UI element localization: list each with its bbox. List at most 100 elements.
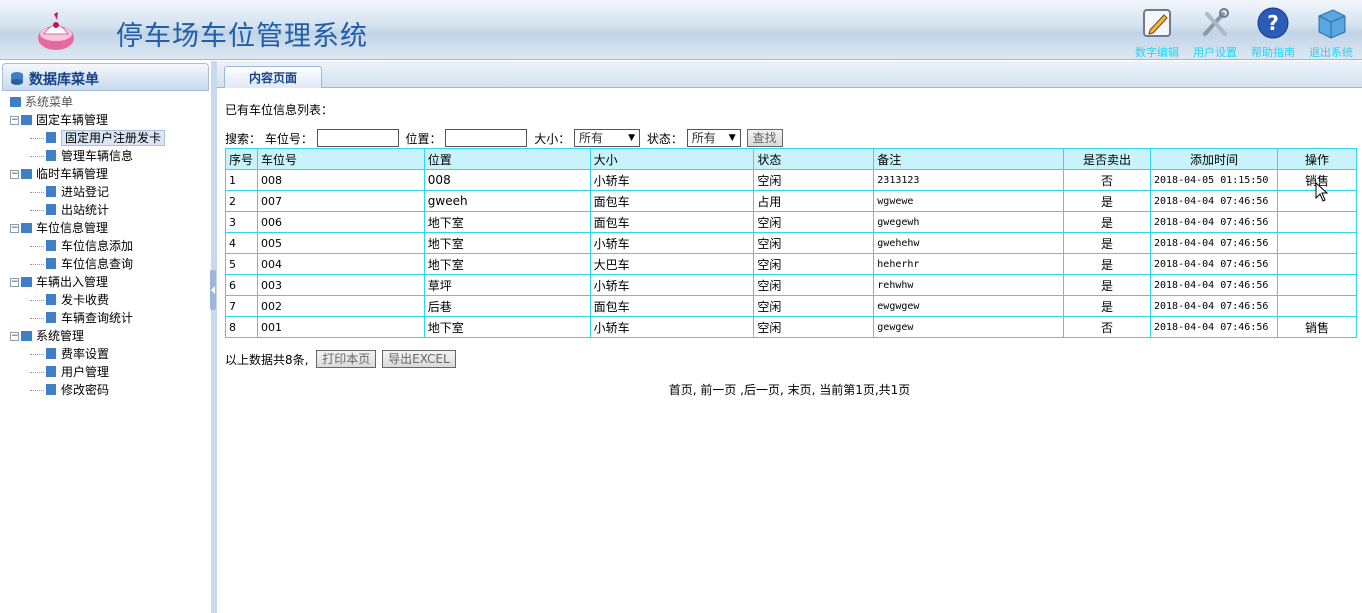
collapse-icon[interactable]: − [10, 224, 19, 233]
cell-index: 5 [225, 253, 258, 275]
tree-item-label: 管理车辆信息 [61, 149, 134, 163]
cell-sold: 是 [1063, 211, 1151, 233]
tree-item-rate-settings[interactable]: 费率设置 [30, 345, 109, 363]
search-prefix: 搜索： [225, 131, 262, 146]
cell-sold: 是 [1063, 253, 1151, 275]
help-tool-button[interactable]: ? 帮助指南 [1246, 6, 1300, 59]
tree-root[interactable]: 系统菜单 [10, 93, 73, 111]
cell-status: 空闲 [753, 274, 875, 296]
location-input[interactable] [445, 129, 528, 147]
tree-group-label: 固定车辆管理 [36, 113, 109, 127]
cell-index: 2 [225, 190, 258, 212]
size-select[interactable]: 所有 ▼ [574, 129, 641, 147]
tree-item-add-spot[interactable]: 车位信息添加 [30, 237, 133, 255]
cell-added-time: 2018-04-04 07:46:56 [1150, 190, 1278, 212]
location-label: 位置： [405, 131, 442, 146]
col-header-location: 位置 [423, 148, 591, 170]
document-icon [46, 240, 56, 251]
cell-size: 面包车 [589, 211, 755, 233]
folder-icon [21, 330, 32, 341]
tree-item-change-password[interactable]: 修改密码 [30, 381, 109, 399]
cell-sold: 否 [1063, 316, 1151, 338]
collapse-icon[interactable]: − [10, 332, 19, 341]
cell-index: 3 [225, 211, 258, 233]
tab-content-page[interactable]: 内容页面 [224, 66, 322, 88]
cell-sold: 否 [1063, 169, 1151, 191]
cell-location: 草坪 [423, 274, 591, 296]
document-icon [46, 132, 56, 143]
cell-added-time: 2018-04-04 07:46:56 [1150, 253, 1278, 275]
dropdown-arrow-icon: ▼ [628, 133, 636, 143]
search-button[interactable]: 查找 [746, 129, 783, 147]
cell-added-time: 2018-04-04 07:46:56 [1150, 316, 1278, 338]
parking-spot-table: 序号 车位号 位置 大小 状态 备注 是否卖出 添加时间 操作 1 008 008 小… [225, 148, 1358, 338]
cell-index: 4 [225, 232, 258, 254]
exit-tool-label: 退出系统 [1309, 46, 1353, 59]
cell-spot-number: 005 [256, 232, 425, 254]
footer-summary: 以上数据共8条, 打印本页 导出EXCEL [225, 350, 456, 368]
cell-location: 008 [423, 169, 591, 191]
tree-group-spot-info[interactable]: − 车位信息管理 [10, 219, 108, 237]
tree-group-temp-vehicles[interactable]: − 临时车辆管理 [10, 165, 108, 183]
print-page-button[interactable]: 打印本页 [316, 350, 377, 368]
cell-location: 地下室 [423, 232, 591, 254]
cell-size: 小轿车 [589, 316, 755, 338]
cell-action [1276, 232, 1358, 254]
cell-spot-number: 003 [256, 274, 425, 296]
spot-number-input[interactable] [316, 129, 399, 147]
tree-item-query-spot[interactable]: 车位信息查询 [30, 255, 133, 273]
status-select-value: 所有 [691, 131, 716, 145]
settings-tool-label: 用户设置 [1193, 46, 1237, 59]
table-row: 4 005 地下室 小轿车 空闲 gwehehw 是 2018-04-04 07:46:56 [225, 232, 1358, 254]
tree-item-card-fee[interactable]: 发卡收费 [30, 291, 109, 309]
tree-item-user-management[interactable]: 用户管理 [30, 363, 109, 381]
tree-root-label: 系统菜单 [25, 95, 74, 109]
cell-sold: 是 [1063, 190, 1151, 212]
list-caption: 已有车位信息列表： [225, 103, 334, 117]
cell-spot-number: 006 [256, 211, 425, 233]
tools-icon [1203, 8, 1229, 36]
exit-tool-button[interactable]: 退出系统 [1304, 6, 1358, 59]
table-row: 3 006 地下室 面包车 空闲 gwegewh 是 2018-04-04 07:46:56 [225, 211, 1358, 233]
tree-group-fixed-vehicles[interactable]: − 固定车辆管理 [10, 111, 108, 129]
cell-action [1276, 253, 1358, 275]
tree-group-label: 车辆出入管理 [36, 275, 109, 289]
tree-item-fixed-user-register[interactable]: 固定用户注册发卡 [30, 129, 166, 147]
col-header-remark: 备注 [873, 148, 1065, 170]
sidebar-collapse-handle[interactable] [210, 270, 216, 310]
cell-location: 后巷 [423, 295, 591, 317]
database-menu-icon [11, 72, 23, 85]
cell-added-time: 2018-04-05 01:15:50 [1150, 169, 1278, 191]
document-icon [46, 384, 56, 395]
cell-added-time: 2018-04-04 07:46:56 [1150, 295, 1278, 317]
tree-item-check-in[interactable]: 进站登记 [30, 183, 109, 201]
tree-group-vehicle-access[interactable]: − 车辆出入管理 [10, 273, 108, 291]
status-select[interactable]: 所有 ▼ [686, 129, 741, 147]
tree-group-label: 系统管理 [36, 329, 85, 343]
cell-spot-number: 002 [256, 295, 425, 317]
col-header-added-time: 添加时间 [1150, 148, 1278, 170]
tree-group-system[interactable]: − 系统管理 [10, 327, 84, 345]
collapse-icon[interactable]: − [10, 116, 19, 125]
cell-status: 空闲 [753, 253, 875, 275]
tree-item-check-out-stats[interactable]: 出站统计 [30, 201, 109, 219]
table-row: 7 002 后巷 面包车 空闲 ewgwgew 是 2018-04-04 07:46:56 [225, 295, 1358, 317]
cell-spot-number: 001 [256, 316, 425, 338]
logo-icon [38, 12, 74, 50]
export-excel-button[interactable]: 导出EXCEL [382, 350, 456, 368]
pagination[interactable]: 首页, 前一页 ,后一页, 末页, 当前第1页,共1页 [217, 381, 1362, 398]
cell-action[interactable]: 销售 [1276, 316, 1358, 338]
col-header-size: 大小 [589, 148, 755, 170]
cell-size: 小轿车 [589, 169, 755, 191]
cell-remark: rehwhw [873, 274, 1065, 296]
cell-size: 小轿车 [589, 274, 755, 296]
exit-icon [1318, 9, 1346, 39]
collapse-icon[interactable]: − [10, 170, 19, 179]
tree-item-vehicle-query-stats[interactable]: 车辆查询统计 [30, 309, 133, 327]
tree-item-manage-vehicles[interactable]: 管理车辆信息 [30, 147, 133, 165]
document-icon [46, 204, 56, 215]
cell-remark: gwegewh [873, 211, 1065, 233]
edit-tool-button[interactable]: 数字编辑 [1130, 6, 1184, 59]
collapse-icon[interactable]: − [10, 278, 19, 287]
settings-tool-button[interactable]: 用户设置 [1188, 6, 1242, 59]
